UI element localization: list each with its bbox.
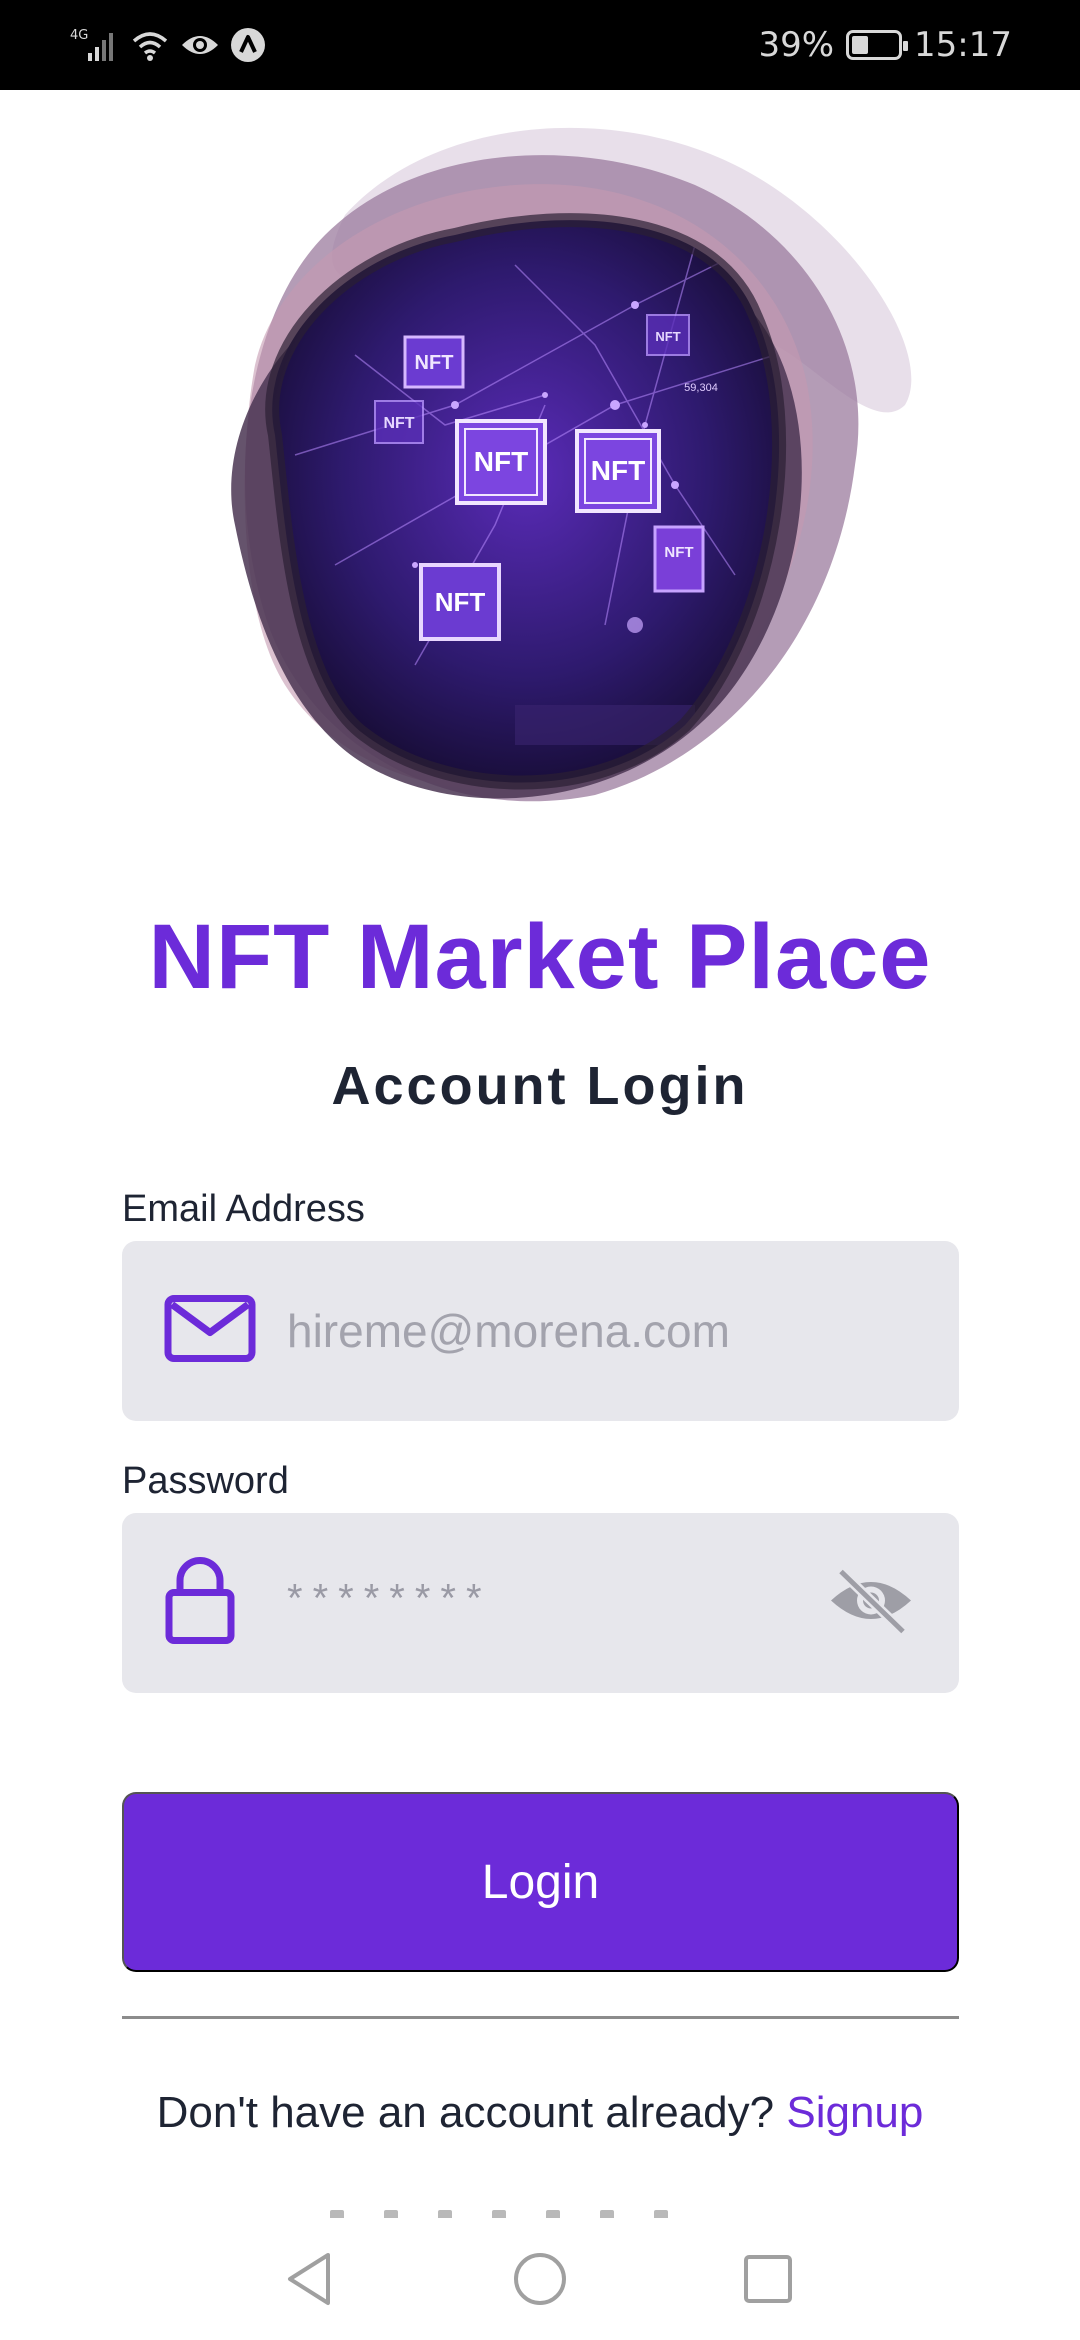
- divider: [122, 2016, 959, 2019]
- wifi-icon: [132, 32, 168, 61]
- clock: 15:17: [914, 25, 1012, 65]
- email-input[interactable]: hireme@morena.com: [287, 1304, 730, 1358]
- password-field[interactable]: ********: [122, 1513, 959, 1693]
- password-label: Password: [122, 1460, 289, 1502]
- scrolled-content-fragment: [330, 2210, 750, 2218]
- status-icons-right: 39% 15:17: [758, 22, 1012, 68]
- app-title: NFT Market Place: [148, 906, 932, 1008]
- price-tag: 59,304: [684, 382, 718, 394]
- status-bar: 4G 39% 15:17: [0, 0, 1080, 90]
- hero-nft-illustration: NFT NFT NFT NFT NFT NFT NFT 59,304: [215, 105, 925, 805]
- svg-text:NFT: NFT: [415, 352, 454, 374]
- nft-tile: NFT: [455, 419, 547, 505]
- svg-text:NFT: NFT: [591, 455, 645, 486]
- nft-tile: NFT: [653, 525, 705, 593]
- recents-nav-icon[interactable]: [735, 2246, 801, 2312]
- email-label: Email Address: [122, 1188, 365, 1230]
- system-navigation-bar: [0, 2218, 1080, 2340]
- signal-icon: 4G: [70, 28, 113, 61]
- svg-text:4G: 4G: [70, 28, 88, 43]
- lock-icon: [164, 1557, 236, 1650]
- toggle-password-visibility-icon[interactable]: [827, 1566, 915, 1641]
- svg-text:NFT: NFT: [474, 446, 528, 477]
- nft-tile: NFT: [403, 335, 465, 389]
- nft-tile: NFT: [374, 400, 424, 444]
- signup-prompt-text: Don't have an account already?: [156, 2088, 775, 2137]
- svg-text:NFT: NFT: [435, 587, 486, 617]
- svg-text:NFT: NFT: [664, 544, 693, 561]
- svg-text:NFT: NFT: [655, 329, 680, 344]
- nft-tile: NFT: [419, 563, 501, 641]
- nft-tile: NFT: [575, 429, 661, 513]
- mail-icon: [164, 1295, 256, 1368]
- status-icons-left: 4G: [68, 22, 266, 68]
- password-input[interactable]: ********: [287, 1577, 492, 1622]
- nft-tile: NFT: [646, 314, 690, 356]
- battery-percent: 39%: [758, 25, 835, 65]
- svg-text:NFT: NFT: [383, 415, 414, 432]
- page-title: Account Login: [331, 1056, 749, 1116]
- email-field[interactable]: hireme@morena.com: [122, 1241, 959, 1421]
- home-nav-icon[interactable]: [507, 2246, 573, 2312]
- battery-icon: [846, 30, 909, 60]
- signup-prompt: Don't have an account already? Signup: [0, 2088, 1080, 2138]
- eye-comfort-icon: [182, 36, 218, 54]
- login-button[interactable]: Login: [122, 1792, 959, 1972]
- back-nav-icon[interactable]: [276, 2246, 342, 2312]
- signup-link[interactable]: Signup: [786, 2088, 923, 2137]
- app-notification-icon: [231, 28, 265, 62]
